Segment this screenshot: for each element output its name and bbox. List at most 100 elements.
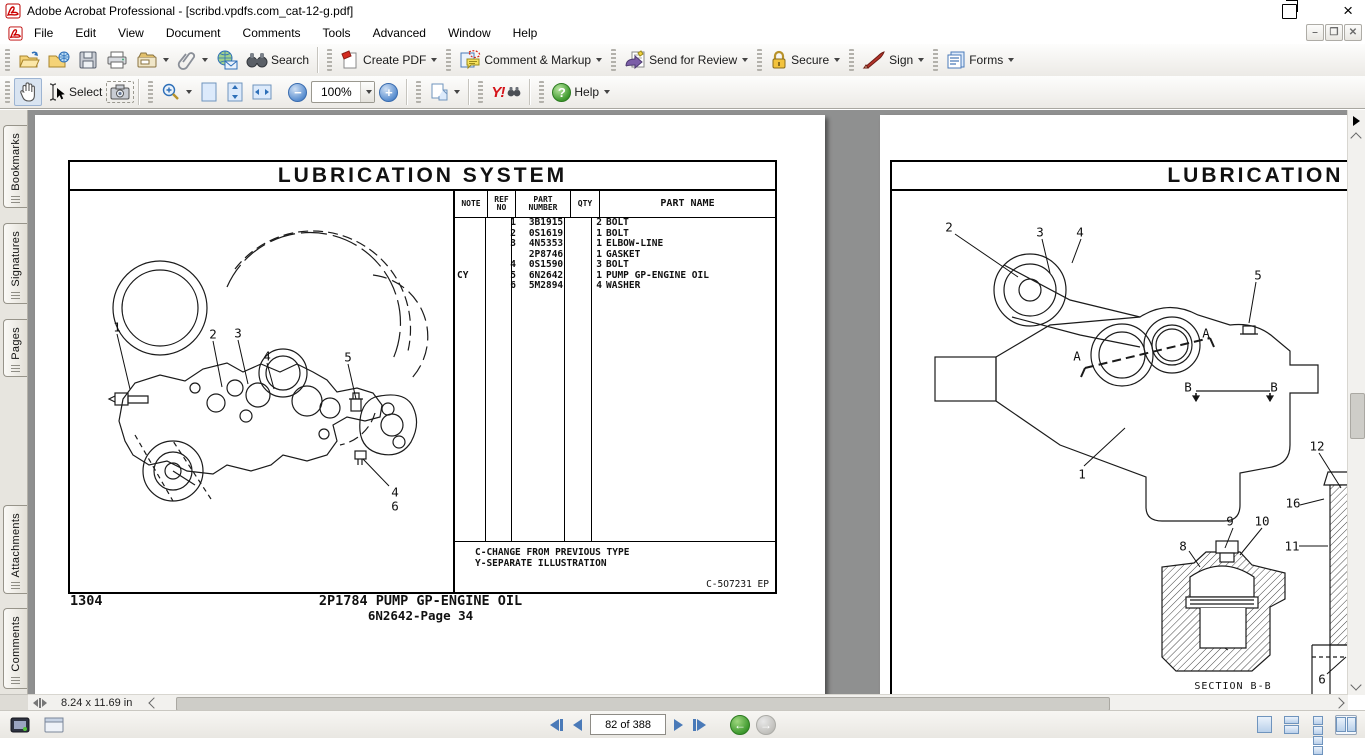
next-page-button[interactable] xyxy=(672,717,685,733)
window-close-icon[interactable]: × xyxy=(1343,0,1353,22)
vertical-scroll-thumb[interactable] xyxy=(1350,393,1365,439)
horizontal-scroll-thumb[interactable] xyxy=(176,697,1110,711)
callout-number: 4 xyxy=(1076,225,1084,240)
fit-width-button[interactable] xyxy=(248,80,276,104)
sidebar-tab[interactable]: Comments xyxy=(3,608,27,689)
menu-item[interactable]: Help xyxy=(502,24,549,42)
organizer-drawer-icon xyxy=(136,50,158,70)
comment-markup-icon xyxy=(459,50,481,70)
toolbar-grip[interactable] xyxy=(5,81,10,103)
vertical-scrollbar[interactable] xyxy=(1347,110,1365,695)
sidebar-tab[interactable]: Bookmarks xyxy=(3,125,27,208)
attach-button[interactable] xyxy=(173,47,212,73)
toolbar-grip[interactable] xyxy=(757,49,762,71)
menu-item[interactable]: Document xyxy=(155,24,232,42)
forms-icon xyxy=(946,50,966,70)
page-number-input[interactable] xyxy=(590,714,666,735)
previous-view-button[interactable]: ← xyxy=(730,715,750,735)
menu-item[interactable]: File xyxy=(23,24,64,42)
menu-item[interactable]: Edit xyxy=(64,24,107,42)
menu-item[interactable]: Comments xyxy=(232,24,312,42)
toolbar-expand-button[interactable] xyxy=(1349,113,1364,128)
two-up-continuous-layout-button[interactable] xyxy=(1335,715,1357,735)
toolbar-grip[interactable] xyxy=(933,49,938,71)
toolbar-grip[interactable] xyxy=(327,49,332,71)
zoom-tool-button[interactable] xyxy=(157,79,196,105)
zoom-in-button[interactable]: + xyxy=(375,80,402,105)
scroll-left-button[interactable] xyxy=(146,696,162,710)
select-tool-button[interactable]: Select xyxy=(42,79,106,105)
toolbar-separator xyxy=(468,79,469,105)
open-web-button[interactable] xyxy=(44,47,74,73)
snapshot-tool-button[interactable] xyxy=(106,81,134,103)
continuous-layout-button[interactable] xyxy=(1281,716,1301,734)
yahoo-search-button[interactable]: Y! xyxy=(487,81,525,104)
doc-close-icon[interactable]: ✕ xyxy=(1344,24,1362,41)
previous-page-icon xyxy=(573,719,582,731)
scroll-down-icon[interactable] xyxy=(1350,679,1361,690)
sidebar-tab[interactable]: Signatures xyxy=(3,223,27,304)
doc-restore-icon[interactable]: ❐ xyxy=(1325,24,1343,41)
last-page-button[interactable] xyxy=(691,717,708,733)
menu-item[interactable]: Window xyxy=(437,24,502,42)
fit-page-button[interactable] xyxy=(196,79,222,105)
cell-part-number: 0S1619 xyxy=(518,229,574,240)
callout-number: 1 xyxy=(113,320,121,335)
toolbar-grip[interactable] xyxy=(849,49,854,71)
toolbar-grip[interactable] xyxy=(5,49,10,71)
toolbar-grip[interactable] xyxy=(416,81,421,103)
zoom-level-input[interactable] xyxy=(312,83,360,101)
secure-button[interactable]: Secure xyxy=(766,47,844,73)
horizontal-scrollbar[interactable]: 8.24 x 11.69 in xyxy=(28,694,1348,711)
zoom-dropdown-button[interactable] xyxy=(360,82,374,102)
hand-tool-button[interactable] xyxy=(14,78,42,106)
table-row: CY 5 6N2642 1 PUMP GP-ENGINE OIL xyxy=(455,271,775,282)
zoom-out-button[interactable]: − xyxy=(284,80,311,105)
callout-number: 11 xyxy=(1284,539,1299,554)
document-viewport[interactable]: LUBRICATION SYSTEM NOTE REF NO PART NUMB… xyxy=(28,110,1348,695)
fullscreen-mode-icon[interactable] xyxy=(10,717,30,733)
pane-splitter-handle[interactable] xyxy=(31,697,49,709)
first-page-button[interactable] xyxy=(548,717,565,733)
menu-item[interactable]: Tools xyxy=(312,24,362,42)
send-for-review-button[interactable]: Send for Review xyxy=(620,47,752,73)
create-pdf-button[interactable]: Create PDF xyxy=(336,47,441,73)
print-button[interactable] xyxy=(102,47,132,73)
toolbar-grip[interactable] xyxy=(148,81,153,103)
fit-height-button[interactable] xyxy=(222,79,248,105)
reading-mode-icon[interactable] xyxy=(44,717,64,733)
table-row: 2 0S1619 1 BOLT xyxy=(455,229,775,240)
forms-button[interactable]: Forms xyxy=(942,47,1018,73)
doc-minimize-icon[interactable]: – xyxy=(1306,24,1324,41)
window-restore-icon[interactable] xyxy=(1282,4,1297,19)
open-button[interactable] xyxy=(14,47,44,73)
help-button[interactable]: ? Help xyxy=(548,80,614,105)
scroll-right-button[interactable] xyxy=(1331,696,1347,710)
single-page-layout-button[interactable] xyxy=(1254,716,1274,734)
comment-markup-button[interactable]: Comment & Markup xyxy=(455,47,606,73)
search-button[interactable]: Search xyxy=(242,48,313,72)
cell-ref xyxy=(489,250,518,261)
sidebar-tab[interactable]: Attachments xyxy=(3,505,27,594)
page-display-button[interactable] xyxy=(425,79,464,105)
toolbar-grip[interactable] xyxy=(478,81,483,103)
menu-item[interactable]: View xyxy=(107,24,155,42)
next-view-button[interactable]: → xyxy=(756,715,776,735)
sidebar-tab-label: Comments xyxy=(10,616,22,672)
dropdown-arrow-icon xyxy=(431,58,437,62)
table-row: 2P8746 1 GASKET xyxy=(455,250,775,261)
save-button[interactable] xyxy=(74,47,102,73)
two-up-layout-button[interactable] xyxy=(1308,716,1328,734)
previous-page-button[interactable] xyxy=(571,717,584,733)
toolbar-grip[interactable] xyxy=(539,81,544,103)
organizer-button[interactable] xyxy=(132,47,173,73)
sidebar-tab[interactable]: Pages xyxy=(3,319,27,377)
note-line: C-CHANGE FROM PREVIOUS TYPE xyxy=(475,547,775,558)
toolbar-grip[interactable] xyxy=(611,49,616,71)
menu-item[interactable]: Advanced xyxy=(362,24,437,42)
email-button[interactable] xyxy=(212,47,242,73)
col-qty: QTY xyxy=(571,191,600,217)
sign-button[interactable]: Sign xyxy=(858,47,928,73)
toolbar-grip[interactable] xyxy=(446,49,451,71)
scroll-up-icon[interactable] xyxy=(1350,132,1361,143)
